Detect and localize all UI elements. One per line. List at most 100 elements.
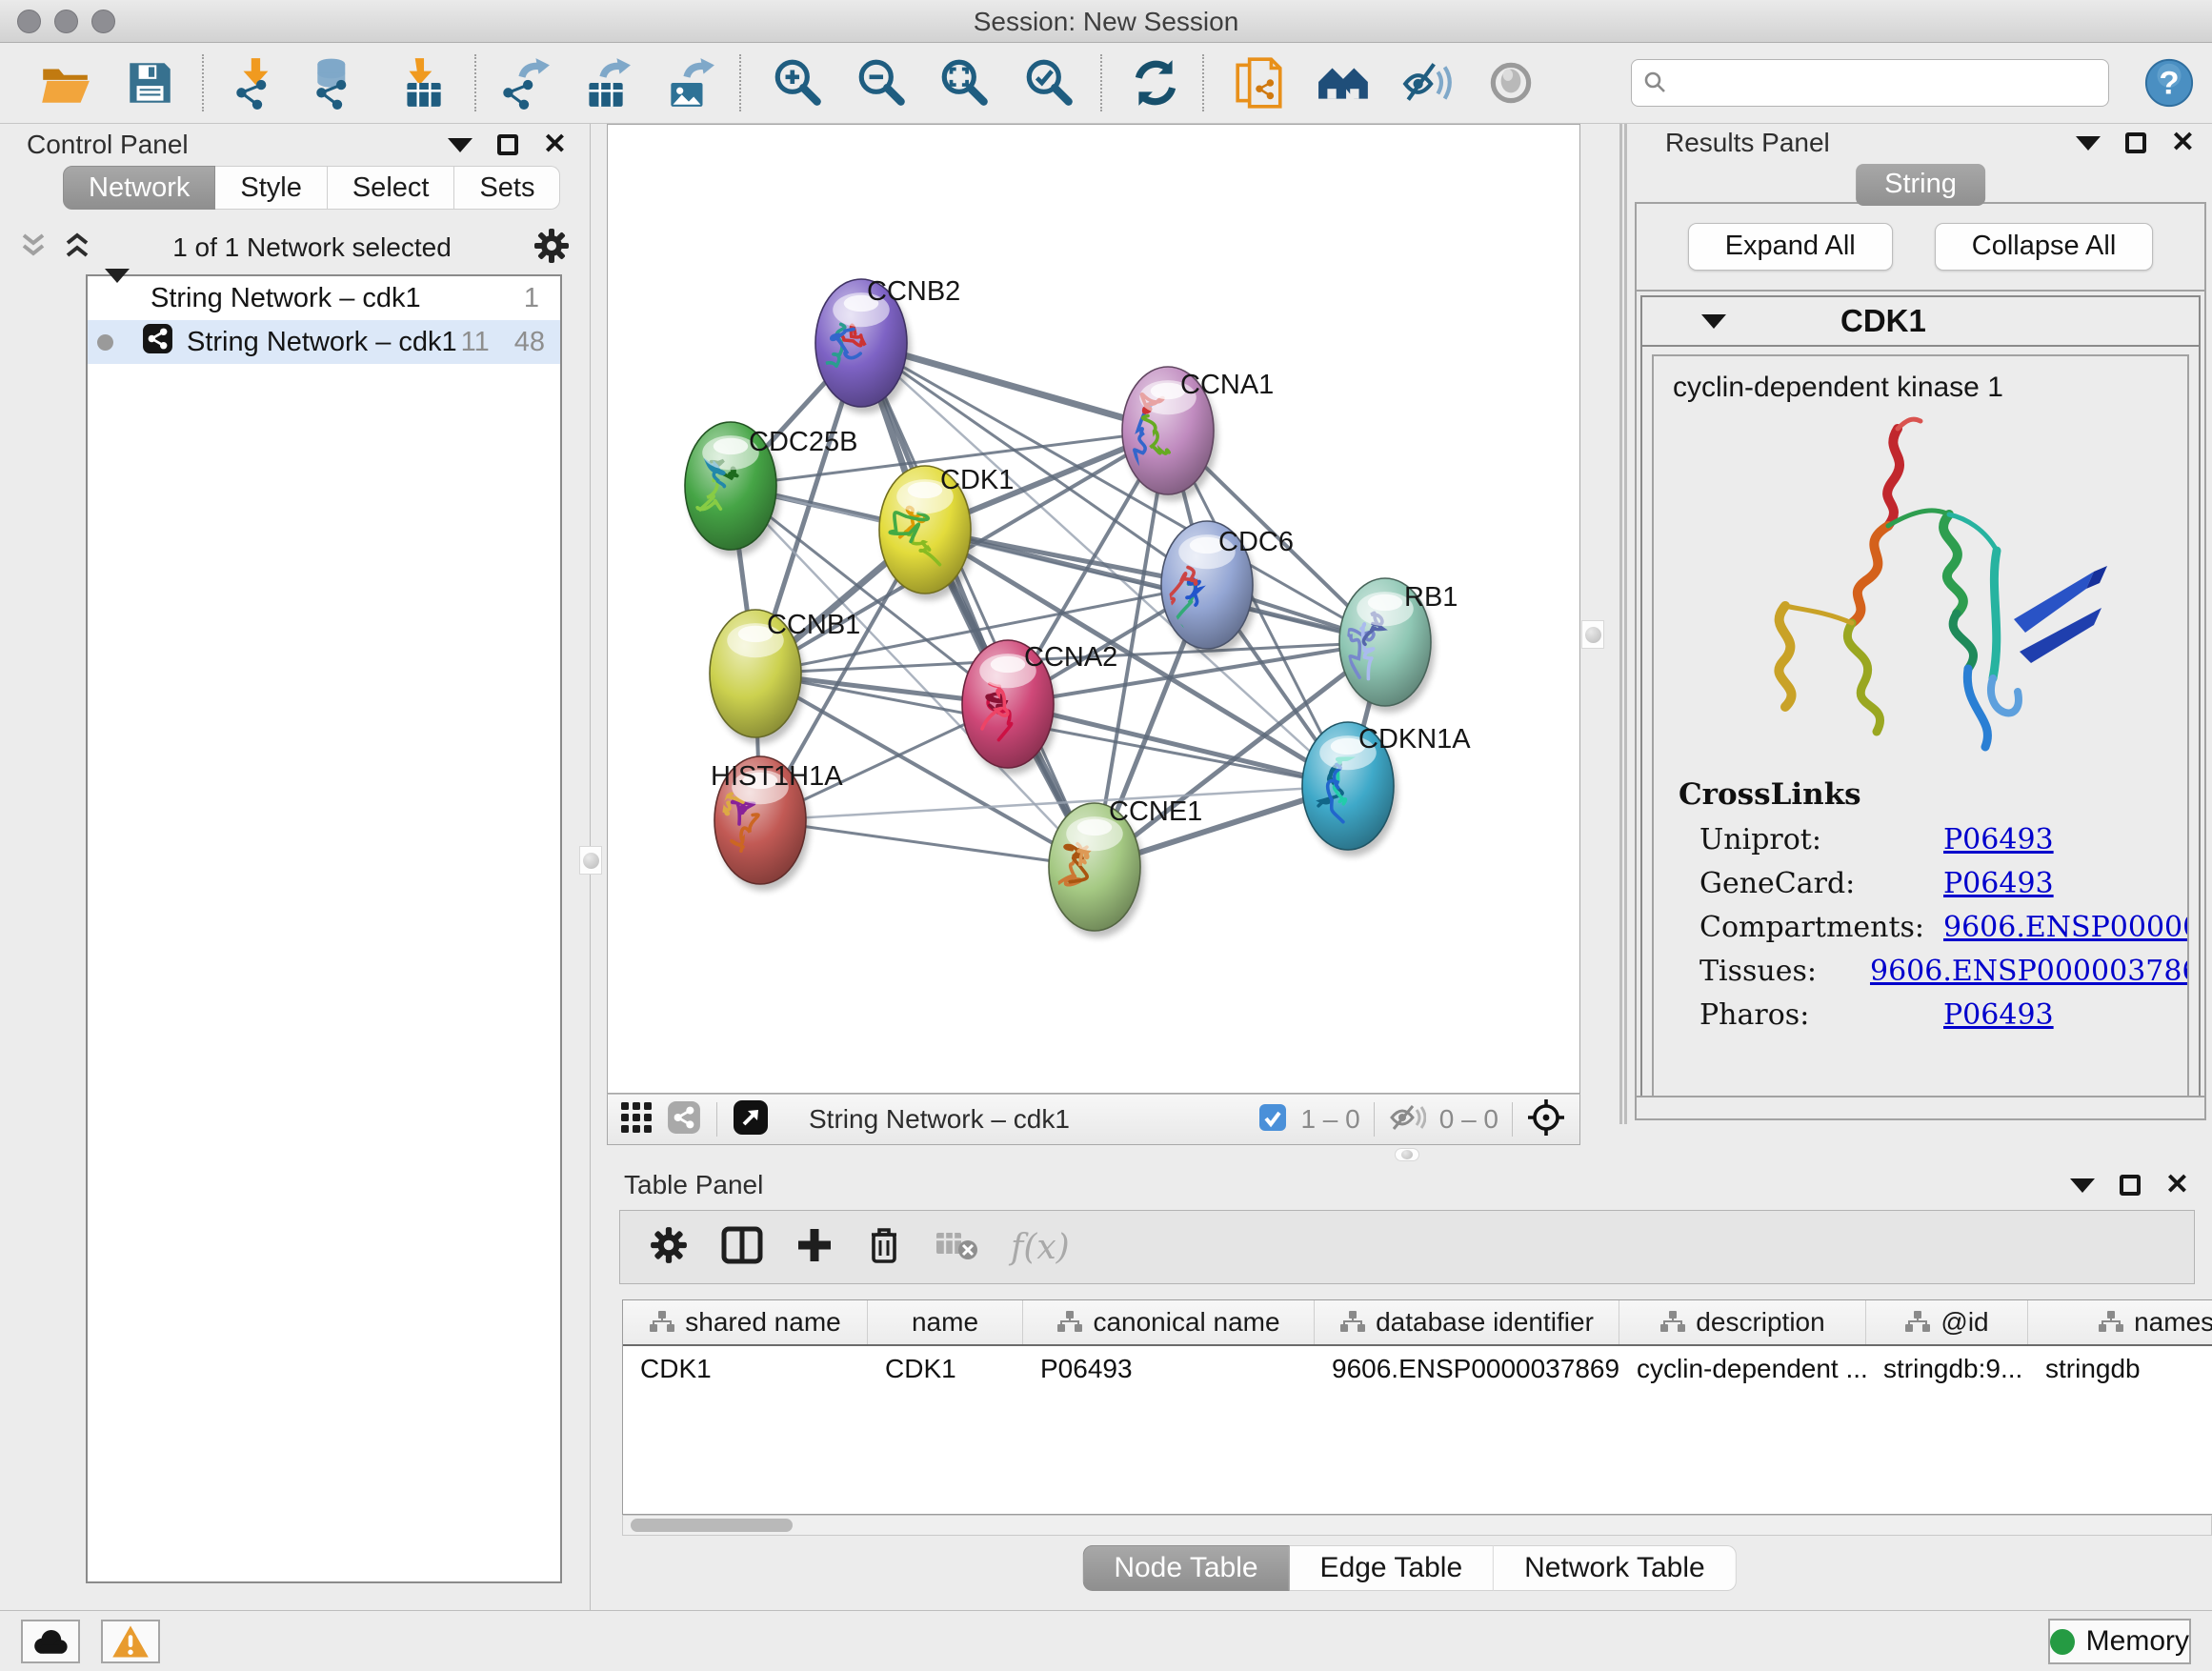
float-panel-icon[interactable]	[2125, 132, 2146, 153]
network-canvas[interactable]: CCNB2CCNA1CDC25BCDK1CDC6RB1CCNB1CCNA2CDK…	[607, 124, 1580, 1094]
tab-network[interactable]: Network	[63, 166, 215, 210]
expand-all-button[interactable]: Expand All	[1688, 223, 1893, 271]
share-view-icon[interactable]	[667, 1100, 701, 1139]
table-cell[interactable]: stringdb:9...	[1866, 1354, 2028, 1384]
collapse-all-button[interactable]: Collapse All	[1935, 223, 2154, 271]
open-in-window-icon[interactable]	[733, 1099, 769, 1140]
float-panel-icon[interactable]	[2120, 1175, 2141, 1196]
tab-node-table[interactable]: Node Table	[1082, 1545, 1289, 1591]
edge-CCNB2-CCNE1[interactable]	[861, 343, 1095, 867]
node-table[interactable]: shared namenamecanonical namedatabase id…	[622, 1299, 2212, 1515]
close-panel-icon[interactable]: ✕	[2165, 1175, 2189, 1196]
zoom-selected-button[interactable]	[1016, 50, 1083, 116]
results-panel-title: Results Panel	[1665, 128, 1830, 158]
results-scrollbar[interactable]	[1637, 1096, 2204, 1118]
table-cell[interactable]: 9606.ENSP00000378699	[1315, 1354, 1619, 1384]
table-cell[interactable]: CDK1	[868, 1354, 1023, 1384]
crosslink-link[interactable]: 9606.ENSP00000378699	[1870, 955, 2189, 988]
table-row[interactable]: CDK1CDK1P064939606.ENSP00000378699cyclin…	[623, 1346, 2212, 1391]
network-collection-row[interactable]: String Network – cdk1 1	[88, 276, 560, 320]
left-splitter-handle[interactable]	[579, 846, 602, 875]
crosslink-link[interactable]: P06493	[1943, 867, 2054, 900]
create-column-icon[interactable]	[795, 1226, 834, 1269]
column-header-canonical-name[interactable]: canonical name	[1023, 1300, 1315, 1344]
right-splitter[interactable]	[1619, 124, 1622, 1124]
zoom-in-button[interactable]	[765, 50, 832, 116]
table-panel: Table Panel ✕ f(x)	[607, 1164, 2212, 1610]
panel-menu-icon[interactable]	[2076, 136, 2101, 151]
export-table-button[interactable]	[572, 50, 638, 116]
import-network-database-button[interactable]	[304, 50, 371, 116]
cdk1-section-header[interactable]: CDK1	[1642, 297, 2199, 347]
column-header-database-identifier[interactable]: database identifier	[1315, 1300, 1619, 1344]
grid-view-icon[interactable]	[621, 1102, 652, 1137]
network-graph[interactable]: CCNB2CCNA1CDC25BCDK1CDC6RB1CCNB1CCNA2CDK…	[608, 125, 1579, 1093]
open-file-button[interactable]	[31, 50, 98, 116]
home-layouts-button[interactable]	[1311, 50, 1377, 116]
table-cell[interactable]: CDK1	[623, 1354, 868, 1384]
expand-all-icon[interactable]	[63, 232, 91, 264]
tab-style[interactable]: Style	[215, 166, 327, 210]
string-import-button[interactable]	[1226, 50, 1293, 116]
cloud-status-button[interactable]	[21, 1620, 80, 1663]
table-cell[interactable]: P06493	[1023, 1354, 1315, 1384]
view-dot-icon	[97, 334, 113, 351]
refresh-view-button[interactable]	[1122, 50, 1189, 116]
network-options-gear-icon[interactable]	[533, 227, 571, 270]
edge-CDK1-RB1[interactable]	[925, 530, 1385, 642]
scrollbar-thumb[interactable]	[631, 1519, 793, 1532]
panel-menu-icon[interactable]	[2070, 1178, 2095, 1193]
table-toolbar: f(x)	[619, 1210, 2195, 1284]
collapse-all-icon[interactable]	[19, 232, 48, 264]
collection-expand-icon[interactable]	[105, 283, 130, 314]
close-panel-icon[interactable]: ✕	[2171, 132, 2195, 153]
hide-graphics-details-icon	[1400, 55, 1456, 111]
hide-graphics-details-button[interactable]	[1395, 50, 1461, 116]
search-input[interactable]	[1676, 69, 2076, 98]
delete-column-icon[interactable]	[866, 1225, 902, 1270]
warnings-button[interactable]	[101, 1620, 160, 1663]
column-header-@id[interactable]: @id	[1866, 1300, 2028, 1344]
export-network-button[interactable]	[491, 50, 557, 116]
bottom-splitter-handle[interactable]	[1395, 1148, 1419, 1161]
column-header-shared-name[interactable]: shared name	[623, 1300, 868, 1344]
tab-string[interactable]: String	[1856, 164, 1985, 206]
hidden-elements-icon[interactable]	[1388, 1102, 1426, 1137]
table-cell[interactable]: stringdb	[2028, 1354, 2212, 1384]
tab-sets[interactable]: Sets	[454, 166, 560, 210]
crosslink-link[interactable]: P06493	[1943, 998, 2054, 1032]
column-header-description[interactable]: description	[1619, 1300, 1866, 1344]
selected-nodes-checkbox[interactable]	[1258, 1103, 1287, 1137]
help-button[interactable]: ?	[2136, 50, 2202, 116]
table-hscrollbar[interactable]	[622, 1515, 2212, 1536]
delete-table-icon[interactable]	[935, 1229, 978, 1266]
zoom-out-button[interactable]	[849, 50, 915, 116]
crosslink-link[interactable]: 9606.ENSP00000378699	[1943, 911, 2189, 944]
show-columns-icon[interactable]	[721, 1226, 763, 1269]
export-image-button[interactable]	[655, 50, 722, 116]
import-network-file-button[interactable]	[224, 50, 291, 116]
tab-edge-table[interactable]: Edge Table	[1290, 1545, 1495, 1591]
save-session-button[interactable]	[116, 50, 183, 116]
network-row[interactable]: String Network – cdk1 11 48	[88, 320, 560, 364]
right-splitter-handle[interactable]	[1581, 620, 1604, 649]
float-panel-icon[interactable]	[497, 134, 518, 155]
table-settings-gear-icon[interactable]	[649, 1225, 689, 1270]
edge-CCNE1-HIST1H1A[interactable]	[760, 820, 1095, 867]
birds-eye-view-icon[interactable]	[1526, 1097, 1566, 1142]
tab-network-table[interactable]: Network Table	[1494, 1545, 1737, 1591]
panel-menu-icon[interactable]	[448, 138, 473, 152]
search-field[interactable]	[1631, 59, 2109, 107]
close-panel-icon[interactable]: ✕	[543, 134, 567, 155]
table-cell[interactable]: cyclin-dependent ...	[1619, 1354, 1866, 1384]
column-header-name[interactable]: name	[868, 1300, 1023, 1344]
section-collapse-icon[interactable]	[1701, 314, 1726, 329]
zoom-fit-button[interactable]	[932, 50, 998, 116]
column-header-namespace[interactable]: namespace	[2028, 1300, 2212, 1344]
tab-select[interactable]: Select	[328, 166, 455, 210]
memory-button[interactable]: Memory	[2048, 1619, 2191, 1664]
crosslink-link[interactable]: P06493	[1943, 823, 2054, 856]
show-graphics-details-button[interactable]	[1478, 50, 1544, 116]
function-builder-icon[interactable]: f(x)	[1011, 1228, 1070, 1267]
import-table-file-button[interactable]	[390, 50, 456, 116]
